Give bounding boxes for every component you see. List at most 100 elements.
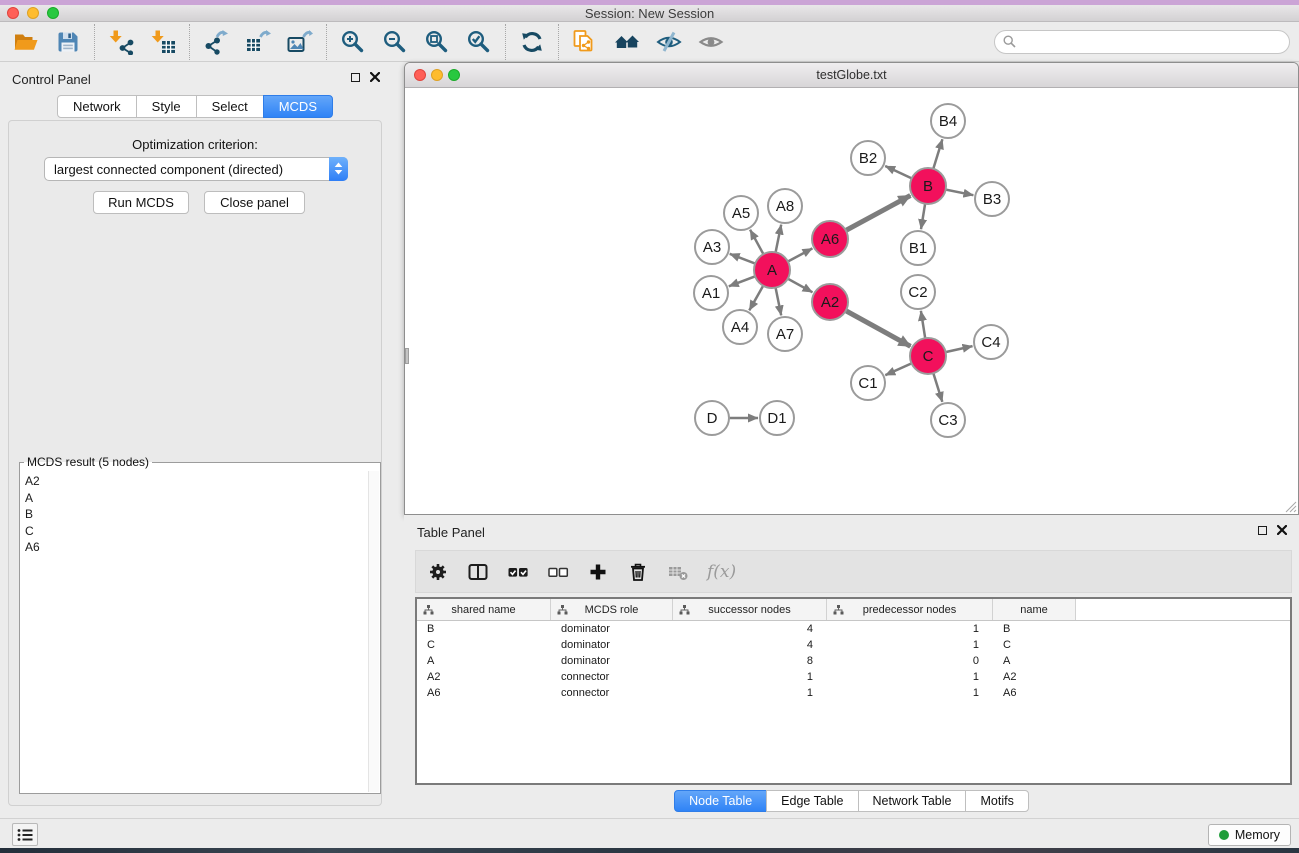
hide-eye-icon[interactable] xyxy=(656,29,682,55)
close-panel-button[interactable]: Close panel xyxy=(204,191,305,214)
node-A3[interactable]: A3 xyxy=(695,230,729,264)
table-row[interactable]: Bdominator41B xyxy=(417,621,1290,637)
resize-grip-icon[interactable] xyxy=(1283,499,1297,513)
node-D1[interactable]: D1 xyxy=(760,401,794,435)
node-A8[interactable]: A8 xyxy=(768,189,802,223)
svg-text:A1: A1 xyxy=(702,285,720,302)
result-item[interactable]: C xyxy=(25,523,379,540)
zoom-out-icon[interactable] xyxy=(382,29,408,55)
node-C4[interactable]: C4 xyxy=(974,325,1008,359)
run-mcds-button[interactable]: Run MCDS xyxy=(93,191,189,214)
function-builder-icon[interactable]: f(x) xyxy=(707,562,736,582)
node-D[interactable]: D xyxy=(695,401,729,435)
delete-column-icon[interactable] xyxy=(627,561,649,583)
column-header-predecessor-nodes[interactable]: predecessor nodes xyxy=(827,599,993,620)
add-column-icon[interactable] xyxy=(587,561,609,583)
float-panel-icon[interactable] xyxy=(351,73,360,82)
tab-network[interactable]: Network xyxy=(57,95,137,118)
canvas-scroll-nub[interactable] xyxy=(405,348,409,364)
tab-select[interactable]: Select xyxy=(196,95,264,118)
import-table-icon[interactable] xyxy=(150,29,176,55)
result-scrollbar[interactable] xyxy=(368,471,379,792)
table-row[interactable]: Adominator80A xyxy=(417,653,1290,669)
app-titlebar: Session: New Session xyxy=(0,5,1299,22)
cell: dominator xyxy=(551,655,673,667)
node-A7[interactable]: A7 xyxy=(768,317,802,351)
mcds-result-list[interactable]: A2ABCA6 xyxy=(21,471,379,792)
refresh-icon[interactable] xyxy=(519,29,545,55)
gear-icon[interactable] xyxy=(427,561,449,583)
import-network-icon[interactable] xyxy=(108,29,134,55)
search-icon xyxy=(1003,35,1016,48)
column-header-name[interactable]: name xyxy=(993,599,1076,620)
svg-text:B: B xyxy=(923,178,933,195)
cell: B xyxy=(417,623,551,635)
table-tab-motifs[interactable]: Motifs xyxy=(965,790,1028,812)
criterion-select[interactable]: largest connected component (directed) xyxy=(44,157,348,181)
column-header-mcds-role[interactable]: MCDS role xyxy=(551,599,673,620)
table-row[interactable]: A6connector11A6 xyxy=(417,685,1290,701)
home-icon[interactable] xyxy=(614,29,640,55)
split-columns-icon[interactable] xyxy=(467,561,489,583)
duplicate-network-icon[interactable] xyxy=(572,29,598,55)
file-group xyxy=(0,29,94,55)
task-history-button[interactable] xyxy=(12,823,38,846)
result-item[interactable]: A2 xyxy=(25,473,379,490)
network-canvas[interactable]: B4 B2 B B3 A5 A8 A6 A3 B1 A A1 C2 A2 A4 A7 C4 C C1 C3 D D1 xyxy=(405,88,1298,514)
svg-text:B4: B4 xyxy=(939,113,957,130)
svg-text:D1: D1 xyxy=(767,410,786,427)
column-header-shared-name[interactable]: shared name xyxy=(417,599,551,620)
eye-icon[interactable] xyxy=(698,29,724,55)
close-table-panel-icon[interactable] xyxy=(1277,525,1287,535)
node-A4[interactable]: A4 xyxy=(723,310,757,344)
node-C[interactable]: C xyxy=(910,338,946,374)
open-file-icon[interactable] xyxy=(13,29,39,55)
float-table-panel-icon[interactable] xyxy=(1258,526,1267,535)
node-A[interactable]: A xyxy=(754,252,790,288)
export-image-icon[interactable] xyxy=(287,29,313,55)
tab-mcds[interactable]: MCDS xyxy=(263,95,333,118)
select-all-checks-icon[interactable] xyxy=(507,561,529,583)
node-A6[interactable]: A6 xyxy=(812,221,848,257)
node-B4[interactable]: B4 xyxy=(931,104,965,138)
table-tab-node-table[interactable]: Node Table xyxy=(674,790,767,812)
zoom-fit-icon[interactable] xyxy=(424,29,450,55)
delete-table-icon[interactable] xyxy=(667,561,689,583)
column-header-successor-nodes[interactable]: successor nodes xyxy=(673,599,827,620)
node-C1[interactable]: C1 xyxy=(851,366,885,400)
search-box[interactable] xyxy=(994,30,1290,54)
result-item[interactable]: A6 xyxy=(25,539,379,556)
search-input[interactable] xyxy=(1016,35,1289,49)
node-A5[interactable]: A5 xyxy=(724,196,758,230)
zoom-in-icon[interactable] xyxy=(340,29,366,55)
node-A1[interactable]: A1 xyxy=(694,276,728,310)
mcds-result-legend: MCDS result (5 nodes) xyxy=(24,455,152,469)
table-tab-edge-table[interactable]: Edge Table xyxy=(766,790,858,812)
node-B3[interactable]: B3 xyxy=(975,182,1009,216)
zoom-selected-icon[interactable] xyxy=(466,29,492,55)
node-C2[interactable]: C2 xyxy=(901,275,935,309)
node-B1[interactable]: B1 xyxy=(901,231,935,265)
network-graph[interactable]: B4 B2 B B3 A5 A8 A6 A3 B1 A A1 C2 A2 A4 A7 C4 C C1 C3 D D1 xyxy=(405,88,1298,514)
result-item[interactable]: A xyxy=(25,490,379,507)
main-toolbar xyxy=(0,22,1299,62)
tab-style[interactable]: Style xyxy=(136,95,197,118)
table-tab-network-table[interactable]: Network Table xyxy=(858,790,967,812)
node-B2[interactable]: B2 xyxy=(851,141,885,175)
table-row[interactable]: Cdominator41C xyxy=(417,637,1290,653)
close-panel-icon[interactable] xyxy=(370,72,380,82)
svg-text:A8: A8 xyxy=(776,198,794,215)
result-item[interactable]: B xyxy=(25,506,379,523)
refresh-group xyxy=(506,29,558,55)
network-window-titlebar[interactable]: testGlobe.txt xyxy=(405,63,1298,88)
export-network-icon[interactable] xyxy=(203,29,229,55)
memory-button[interactable]: Memory xyxy=(1208,824,1291,846)
save-icon[interactable] xyxy=(55,29,81,55)
node-A2[interactable]: A2 xyxy=(812,284,848,320)
node-C3[interactable]: C3 xyxy=(931,403,965,437)
export-table-icon[interactable] xyxy=(245,29,271,55)
table-row[interactable]: A2connector11A2 xyxy=(417,669,1290,685)
deselect-checks-icon[interactable] xyxy=(547,561,569,583)
node-B[interactable]: B xyxy=(910,168,946,204)
cell: A2 xyxy=(993,671,1076,683)
